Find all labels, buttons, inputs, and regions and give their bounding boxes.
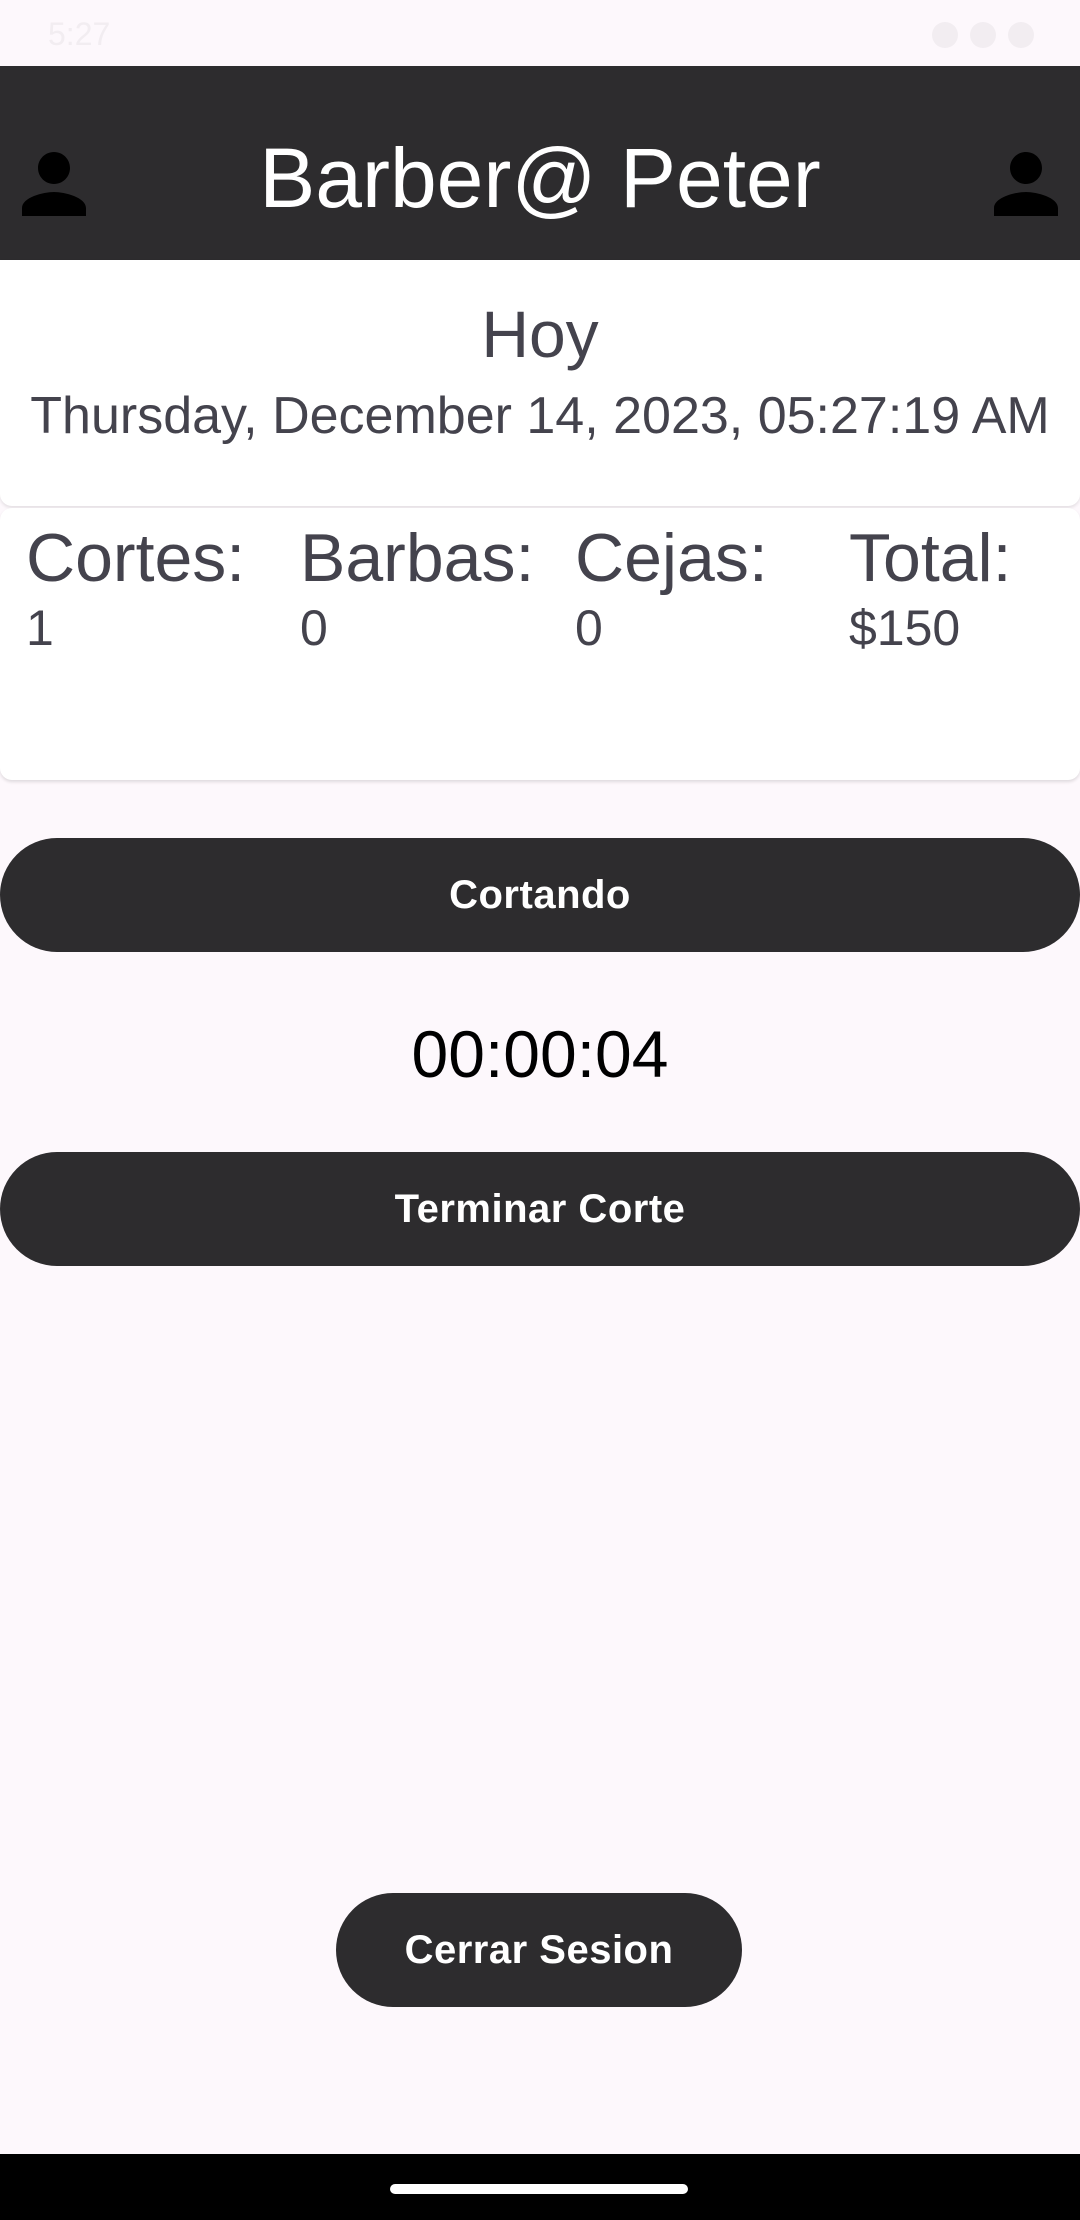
page-title: Barber@ Peter (259, 131, 821, 225)
status-icons (932, 22, 1034, 48)
app-bar: Barber@ Peter (0, 66, 1080, 260)
stat-value: 0 (575, 600, 603, 656)
person-icon[interactable] (978, 136, 1074, 232)
battery-icon (1008, 22, 1034, 48)
stat-cejas: Cejas: 0 (575, 518, 849, 658)
status-time: 5:27 (48, 16, 111, 52)
cerrar-sesion-button[interactable]: Cerrar Sesion (336, 1893, 742, 2007)
wifi-icon (932, 22, 958, 48)
today-card: Hoy Thursday, December 14, 2023, 05:27:1… (0, 260, 1080, 506)
stat-total: Total: $150 (849, 518, 1080, 658)
terminar-corte-button[interactable]: Terminar Corte (0, 1152, 1080, 1266)
today-label: Hoy (481, 297, 599, 371)
current-datetime: Thursday, December 14, 2023, 05:27:19 AM (30, 387, 1050, 445)
stat-label: Total: (849, 520, 1012, 596)
stat-value: $150 (849, 600, 961, 656)
home-gesture-handle[interactable] (390, 2184, 688, 2194)
stat-label: Cejas: (575, 520, 768, 596)
stat-barbas: Barbas: 0 (300, 518, 574, 658)
signal-icon (970, 22, 996, 48)
stat-value: 1 (26, 600, 54, 656)
stat-label: Barbas: (300, 520, 535, 596)
stat-value: 0 (300, 600, 328, 656)
stat-label: Cortes: (26, 520, 246, 596)
navigation-bar (0, 2154, 1080, 2220)
stat-cortes: Cortes: 1 (26, 518, 300, 658)
cortando-button[interactable]: Cortando (0, 838, 1080, 952)
status-bar: 5:27 (0, 0, 1080, 66)
cut-timer: 00:00:04 (411, 1017, 669, 1091)
stats-card: Cortes: 1 Barbas: 0 Cejas: 0 Total: $150 (0, 508, 1080, 780)
